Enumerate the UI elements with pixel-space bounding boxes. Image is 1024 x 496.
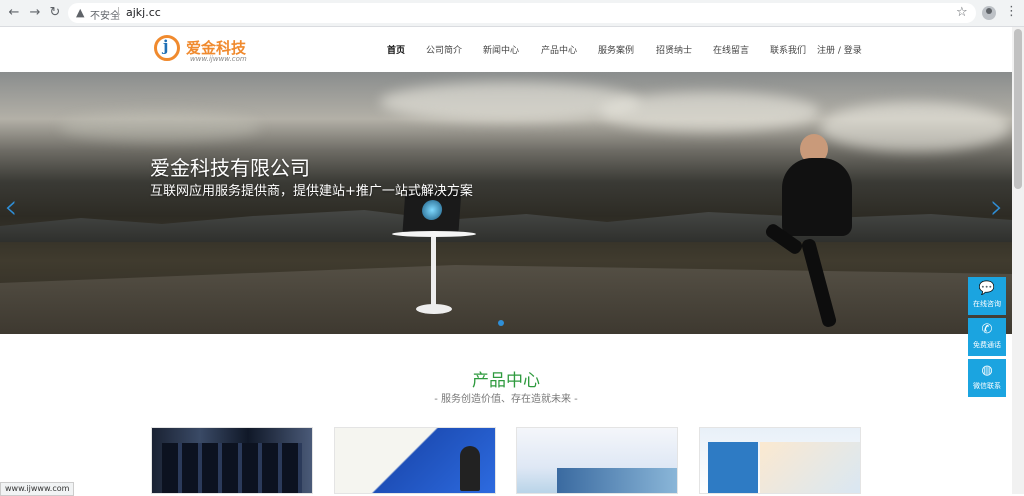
nav-news[interactable]: 新闻中心	[483, 43, 519, 56]
banner-runner-body	[782, 158, 852, 236]
banner-title: 爱金科技有限公司	[150, 156, 310, 180]
product-card-template[interactable]	[516, 427, 678, 494]
banner-table-base	[416, 304, 452, 314]
banner-cloud	[380, 82, 640, 122]
float-free-call[interactable]: ✆ 免费通话	[968, 318, 1006, 356]
url-text[interactable]: ajkj.cc	[126, 6, 161, 19]
profile-avatar-icon[interactable]	[982, 6, 996, 20]
banner-next-arrow-icon[interactable]: ›	[990, 187, 1004, 227]
chat-icon: 💬	[978, 281, 996, 296]
product-image	[162, 443, 302, 493]
nav-cases[interactable]: 服务案例	[598, 43, 634, 56]
address-separator	[118, 7, 119, 19]
nav-jobs[interactable]: 招贤纳士	[656, 43, 692, 56]
banner-prev-arrow-icon[interactable]: ‹	[4, 187, 18, 227]
banner-cloud	[820, 102, 1010, 152]
scrollbar-thumb[interactable]	[1014, 29, 1022, 189]
security-label: 不安全	[90, 11, 120, 22]
banner-mountains	[0, 210, 1012, 242]
banner-cloud	[600, 92, 820, 132]
phone-icon: ✆	[981, 322, 993, 337]
nav-contact[interactable]: 联系我们	[770, 43, 806, 56]
nav-login[interactable]: 注册 / 登录	[817, 43, 862, 56]
banner-road	[0, 265, 1012, 334]
products-section-subtitle: - 服务创造价值、存在造就未来 -	[434, 394, 578, 405]
browser-toolbar: ← → ↻ ▲ 不安全 ajkj.cc ☆ ⋮	[0, 0, 1024, 27]
nav-message[interactable]: 在线留言	[713, 43, 749, 56]
forward-icon[interactable]: →	[27, 5, 43, 21]
reload-icon[interactable]: ↻	[47, 5, 63, 21]
hero-banner[interactable]: 爱金科技有限公司 互联网应用服务提供商，提供建站+推广一站式解决方案 ‹ ›	[0, 72, 1012, 334]
nav-about[interactable]: 公司简介	[426, 43, 462, 56]
product-image	[557, 468, 677, 493]
banner-table-stem	[431, 237, 436, 307]
logo-url: www.ijwww.com	[190, 55, 247, 63]
banner-pagination-dot[interactable]	[498, 320, 504, 326]
site-header: j 爱金科技 www.ijwww.com 首页 公司简介 新闻中心 产品中心 服…	[0, 27, 1012, 72]
back-icon[interactable]: ←	[6, 5, 22, 21]
nav-home[interactable]: 首页	[387, 43, 405, 56]
float-label: 在线咨询	[973, 300, 1001, 308]
product-image	[460, 446, 480, 491]
product-card-design[interactable]	[334, 427, 496, 494]
bookmark-star-icon[interactable]: ☆	[956, 5, 968, 20]
banner-cloud	[60, 112, 260, 142]
warning-icon: ▲	[76, 6, 85, 19]
product-card-shop[interactable]	[699, 427, 861, 494]
page-scrollbar[interactable]	[1012, 27, 1024, 494]
menu-dots-icon[interactable]: ⋮	[1005, 4, 1018, 19]
logo-icon[interactable]: j	[154, 35, 180, 61]
banner-subtitle: 互联网应用服务提供商，提供建站+推广一站式解决方案	[150, 184, 473, 199]
product-card-servers[interactable]	[151, 427, 313, 494]
product-image	[708, 442, 758, 493]
product-image	[760, 442, 860, 493]
nav-products[interactable]: 产品中心	[541, 43, 577, 56]
float-online-consult[interactable]: 💬 在线咨询	[968, 277, 1006, 315]
address-bar[interactable]: ▲ 不安全 ajkj.cc	[68, 3, 976, 23]
float-label: 免费通话	[973, 341, 1001, 349]
products-section-title: 产品中心	[472, 371, 540, 391]
